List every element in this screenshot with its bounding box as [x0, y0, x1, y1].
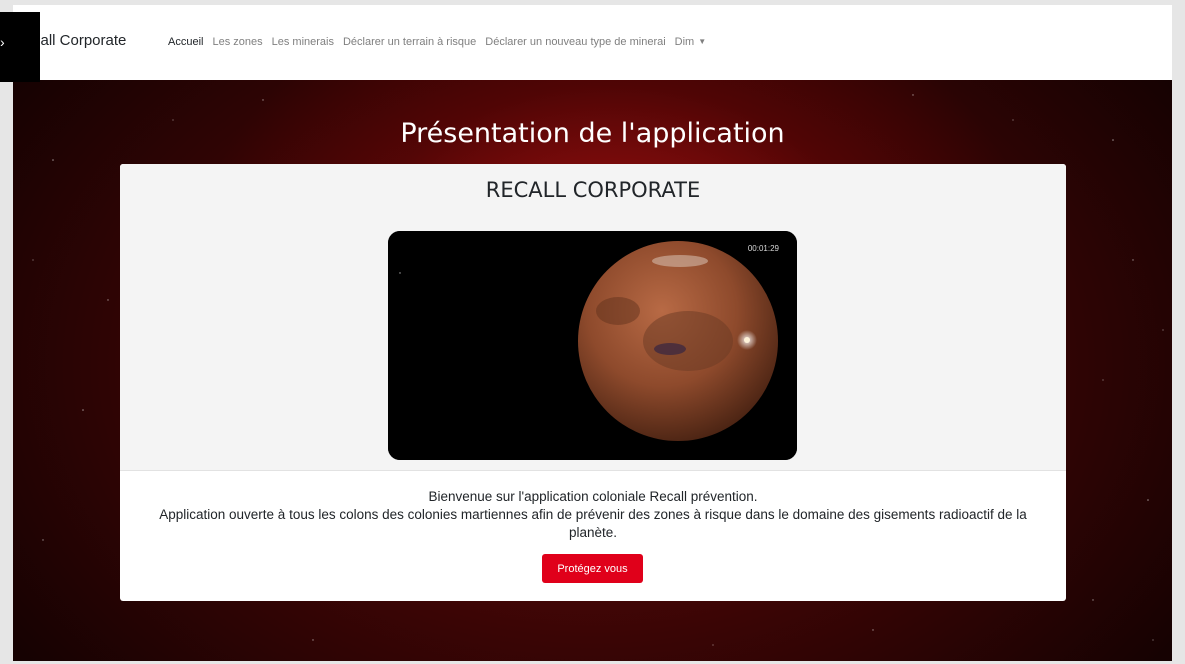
main-nav: Accueil Les zones Les minerais Déclarer … [168, 36, 715, 48]
mars-planet-image [388, 231, 797, 460]
chevron-right-icon[interactable]: › [0, 34, 5, 50]
nav-item-dim-dropdown[interactable]: Dim ▼ [675, 36, 706, 48]
nav-item-declarer-minerai[interactable]: Déclarer un nouveau type de minerai [485, 36, 665, 48]
nav-item-minerais[interactable]: Les minerais [272, 36, 334, 48]
card-title: RECALL CORPORATE [485, 178, 701, 202]
video-timestamp: 00:01:29 [747, 244, 779, 253]
top-navbar: call Corporate Accueil Les zones Les min… [13, 5, 1172, 80]
welcome-text: Bienvenue sur l'application coloniale Re… [140, 488, 1046, 542]
video-player[interactable]: 00:01:29 [388, 231, 797, 460]
card-media-section: RECALL CORPORATE 00:01:29 [120, 164, 1066, 471]
dim-label: Dim [674, 36, 695, 48]
welcome-line-1: Bienvenue sur l'application coloniale Re… [428, 489, 758, 504]
welcome-line-2: Application ouverte à tous les colons de… [159, 507, 1027, 540]
nav-item-zones[interactable]: Les zones [212, 36, 262, 48]
protect-button[interactable]: Protégez vous [542, 554, 643, 583]
nav-item-accueil[interactable]: Accueil [168, 36, 203, 48]
page-title: Présentation de l'application [400, 118, 785, 149]
side-overlay-panel: › [0, 12, 40, 82]
caret-down-icon: ▼ [698, 37, 707, 46]
brand-link[interactable]: call Corporate [33, 32, 126, 49]
presentation-card: RECALL CORPORATE 00:01:29 Bienvenue sur … [120, 164, 1066, 601]
nav-item-declarer-terrain[interactable]: Déclarer un terrain à risque [343, 36, 476, 48]
